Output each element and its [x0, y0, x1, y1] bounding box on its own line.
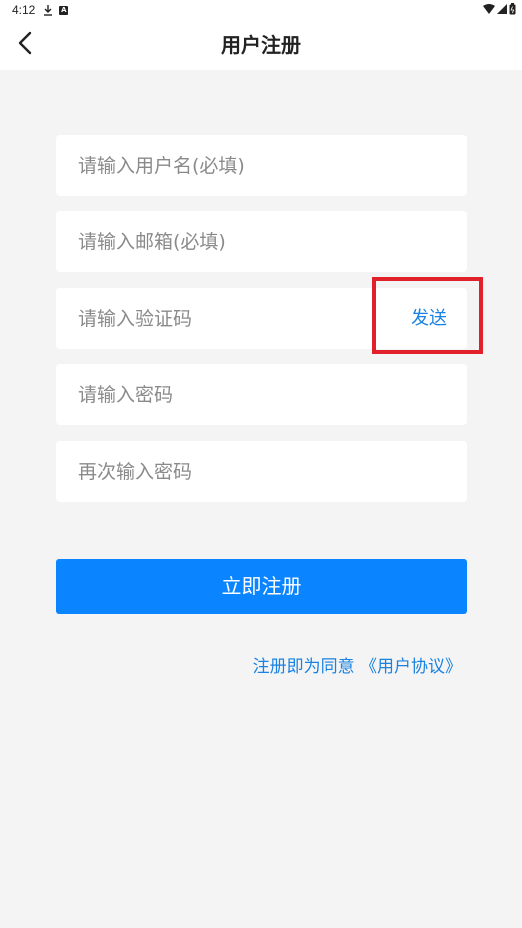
signal-icon	[497, 3, 507, 18]
status-indicators	[483, 3, 516, 18]
status-time: 4:12	[12, 3, 36, 17]
password-field-container	[56, 364, 467, 425]
confirm-password-input[interactable]	[56, 441, 356, 502]
agreement-text: 注册即为同意 《用户协议》	[253, 652, 462, 677]
password-input[interactable]	[56, 364, 356, 425]
wifi-icon	[483, 3, 495, 18]
register-button[interactable]: 立即注册	[56, 559, 467, 614]
verification-code-input[interactable]	[56, 288, 356, 349]
email-field-container	[56, 211, 467, 272]
battery-icon	[509, 3, 516, 18]
username-field-container	[56, 135, 467, 196]
notification-a-icon: A	[59, 5, 69, 15]
download-icon	[43, 4, 53, 16]
status-bar: 4:12 A	[0, 0, 522, 20]
send-code-button[interactable]: 发送	[411, 288, 447, 349]
user-agreement-link[interactable]: 《用户协议》	[360, 657, 462, 677]
app-bar: 用户注册	[0, 20, 522, 70]
username-input[interactable]	[56, 135, 356, 196]
email-input[interactable]	[56, 211, 356, 272]
agreement-prefix: 注册即为同意	[252, 657, 355, 677]
verification-code-field-container: 发送	[56, 288, 467, 349]
page-title: 用户注册	[221, 33, 301, 57]
confirm-password-field-container	[56, 441, 467, 502]
